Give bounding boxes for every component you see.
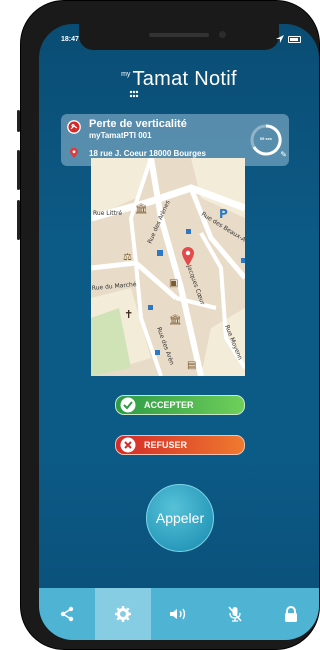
lock-icon: [285, 606, 297, 622]
fall-alert-icon: [67, 120, 81, 134]
location-arrow-icon: [276, 35, 284, 43]
status-icons: [276, 35, 301, 43]
volume-down-button: [17, 200, 20, 240]
map-marker: [157, 250, 163, 256]
battery-icon: [288, 35, 301, 43]
speaker-button[interactable]: [151, 588, 207, 640]
phone-frame: 18:47 my Tamat Notif Perte de verticalité…: [17, 0, 320, 650]
volume-up-button: [17, 150, 20, 190]
alert-title: Perte de verticalité: [89, 118, 187, 130]
book-icon: ▤: [187, 360, 196, 371]
logo-dots-icon: [129, 90, 139, 98]
mic-off-icon: [228, 606, 242, 622]
check-icon: [120, 397, 136, 413]
refuse-label: REFUSER: [144, 440, 188, 450]
share-icon: [60, 606, 74, 622]
app-logo: my Tamat Notif: [39, 68, 319, 98]
binoculars-icon: ▣: [169, 278, 178, 289]
accept-label: ACCEPTER: [144, 400, 194, 410]
museum-icon: 🏛: [169, 314, 182, 326]
countdown-text: 09 sec: [259, 136, 273, 141]
map-marker: [148, 305, 153, 310]
map-marker: [155, 350, 160, 355]
logo-text: Tamat Notif: [132, 68, 237, 90]
call-button[interactable]: Appeler: [146, 484, 214, 552]
parking-icon: P: [219, 207, 228, 221]
front-camera: [219, 31, 226, 38]
pencil-icon[interactable]: ✎: [280, 150, 287, 159]
notch: [79, 24, 279, 50]
map-marker: [241, 258, 245, 263]
justice-icon: ⚖: [123, 252, 132, 263]
refuse-button[interactable]: REFUSER: [115, 435, 245, 455]
speaker-icon: [170, 608, 186, 620]
lock-button[interactable]: [263, 588, 319, 640]
app-screen: 18:47 my Tamat Notif Perte de verticalité…: [39, 24, 319, 640]
alert-device: myTamatPTI 001: [89, 131, 152, 140]
close-icon: [120, 437, 136, 453]
gear-icon: [115, 606, 131, 622]
speaker-grille: [149, 33, 209, 37]
monument-icon: 🏛: [135, 203, 148, 215]
location-pin-icon: [70, 148, 78, 158]
logo-prefix: my: [121, 71, 131, 78]
alert-address: 18 rue J. Coeur 18000 Bourges: [89, 149, 206, 158]
map-view[interactable]: 🏛 ⚖ ✝ 🏛 ▣ ▤ P Rue Littré Rue des Arènes …: [91, 158, 245, 376]
settings-button[interactable]: [95, 588, 151, 640]
status-time: 18:47: [61, 36, 79, 43]
mute-switch: [17, 110, 20, 132]
share-button[interactable]: [39, 588, 95, 640]
bottom-toolbar: [39, 588, 319, 640]
mute-button[interactable]: [207, 588, 263, 640]
map-marker: [186, 229, 191, 234]
church-icon: ✝: [124, 308, 133, 321]
street-label: Rue Littré: [93, 210, 122, 217]
accept-button[interactable]: ACCEPTER: [115, 395, 245, 415]
